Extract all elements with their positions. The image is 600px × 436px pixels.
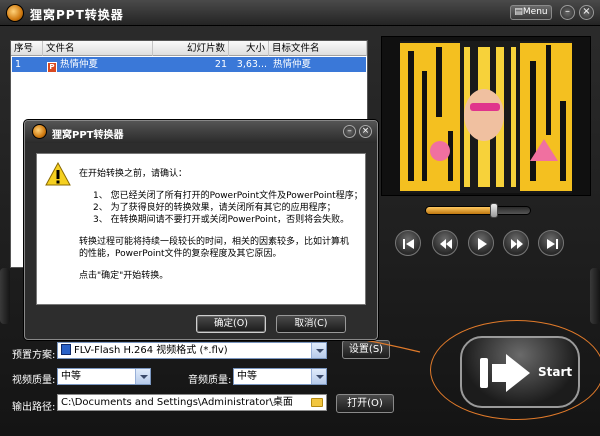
window-title: 狸窝PPT转换器 bbox=[30, 8, 124, 22]
next-button[interactable] bbox=[538, 230, 564, 256]
play-button[interactable] bbox=[468, 230, 494, 256]
start-button[interactable]: Start bbox=[460, 336, 580, 408]
previous-icon bbox=[403, 239, 414, 249]
menu-label: Menu bbox=[522, 7, 548, 17]
table-header: 序号 文件名 幻灯片数 大小 目标文件名 bbox=[11, 41, 367, 56]
cancel-button[interactable]: 取消(C) bbox=[276, 315, 346, 333]
confirm-dialog: 狸窝PPT转换器 – × 在开始转换之前，请确认： 1、 您已经关闭了所有打开的… bbox=[24, 120, 378, 340]
output-path-value: C:\Documents and Settings\Administrator\… bbox=[61, 397, 293, 408]
progress-thumb[interactable] bbox=[489, 203, 498, 218]
left-rail bbox=[0, 268, 10, 324]
row-slides: 21 bbox=[214, 59, 227, 70]
preset-label: 预置方案: bbox=[12, 350, 56, 361]
open-button[interactable]: 打开(O) bbox=[336, 394, 394, 413]
audio-quality-select[interactable]: 中等 bbox=[233, 368, 327, 385]
dialog-logo-icon bbox=[32, 124, 47, 139]
header-target[interactable]: 目标文件名 bbox=[269, 41, 367, 56]
close-button[interactable]: × bbox=[579, 5, 594, 20]
start-arrow-icon bbox=[480, 354, 530, 392]
forward-icon bbox=[511, 239, 523, 249]
menu-icon: ▤ bbox=[514, 7, 523, 17]
warning-icon bbox=[45, 162, 71, 186]
preview-slide-image bbox=[400, 41, 572, 193]
row-index: 1 bbox=[15, 59, 22, 70]
video-quality-label: 视频质量: bbox=[12, 375, 56, 386]
progress-track[interactable] bbox=[425, 206, 531, 215]
start-label: Start bbox=[538, 365, 573, 379]
output-label: 输出路径: bbox=[12, 402, 56, 413]
video-quality-value: 中等 bbox=[61, 371, 81, 382]
output-path-field[interactable]: C:\Documents and Settings\Administrator\… bbox=[57, 394, 327, 411]
ok-button[interactable]: 确定(O) bbox=[196, 315, 266, 333]
rewind-icon bbox=[440, 239, 452, 249]
row-filename: P 热情仲夏 bbox=[44, 57, 154, 72]
header-slides[interactable]: 幻灯片数 bbox=[153, 41, 229, 56]
flv-format-icon bbox=[61, 344, 71, 355]
progress-fill bbox=[426, 207, 494, 214]
header-index[interactable]: 序号 bbox=[11, 41, 43, 56]
chevron-down-icon[interactable] bbox=[311, 343, 326, 358]
dialog-note-line2: 的性能，PowerPoint文件的复杂程度及其它原因。 bbox=[79, 249, 282, 259]
dialog-close-button[interactable]: × bbox=[359, 125, 372, 138]
title-bar[interactable]: 狸窝PPT转换器 ▤Menu – × bbox=[0, 0, 600, 26]
row-target: 热情仲夏 bbox=[273, 59, 312, 70]
row-filename-text: 热情仲夏 bbox=[60, 59, 99, 70]
chevron-down-icon[interactable] bbox=[135, 369, 150, 384]
app-logo-icon bbox=[6, 4, 24, 22]
chevron-down-icon[interactable] bbox=[311, 369, 326, 384]
table-row[interactable]: 1 P 热情仲夏 21 3,63... 热情仲夏 bbox=[12, 57, 366, 72]
ppt-file-icon: P bbox=[47, 62, 57, 72]
audio-quality-label: 音频质量: bbox=[188, 375, 232, 386]
header-filename[interactable]: 文件名 bbox=[43, 41, 153, 56]
dialog-title-bar[interactable]: 狸窝PPT转换器 – × bbox=[25, 121, 377, 143]
previous-button[interactable] bbox=[395, 230, 421, 256]
rewind-button[interactable] bbox=[432, 230, 458, 256]
settings-button[interactable]: 设置(S) bbox=[342, 340, 390, 359]
row-size: 3,63... bbox=[236, 59, 267, 70]
next-icon bbox=[547, 239, 558, 249]
video-quality-select[interactable]: 中等 bbox=[57, 368, 151, 385]
preview-panel bbox=[381, 36, 591, 196]
play-icon bbox=[478, 238, 487, 250]
dialog-title: 狸窝PPT转换器 bbox=[52, 130, 124, 141]
dialog-message-panel: 在开始转换之前，请确认： 1、 您已经关闭了所有打开的PowerPoint文件及… bbox=[36, 153, 366, 305]
main-window: 狸窝PPT转换器 ▤Menu – × 序号 文件名 幻灯片数 大小 目标文件名 … bbox=[0, 0, 600, 436]
audio-quality-value: 中等 bbox=[237, 371, 257, 382]
preset-select[interactable]: FLV-Flash H.264 视频格式 (*.flv) bbox=[57, 342, 327, 359]
header-size[interactable]: 大小 bbox=[229, 41, 269, 56]
dialog-minimize-button[interactable]: – bbox=[343, 125, 356, 138]
preset-value: FLV-Flash H.264 视频格式 (*.flv) bbox=[74, 345, 228, 356]
menu-button[interactable]: ▤Menu bbox=[510, 5, 552, 20]
folder-icon[interactable] bbox=[311, 398, 323, 407]
right-rail bbox=[590, 268, 600, 324]
minimize-button[interactable]: – bbox=[560, 5, 575, 20]
dialog-prompt: 点击"确定"开始转换。 bbox=[79, 271, 169, 281]
forward-button[interactable] bbox=[503, 230, 529, 256]
dialog-intro: 在开始转换之前，请确认： bbox=[79, 169, 188, 179]
dialog-item-3: 3、 在转换期间请不要打开或关闭PowerPoint，否则将会失败。 bbox=[93, 215, 350, 225]
